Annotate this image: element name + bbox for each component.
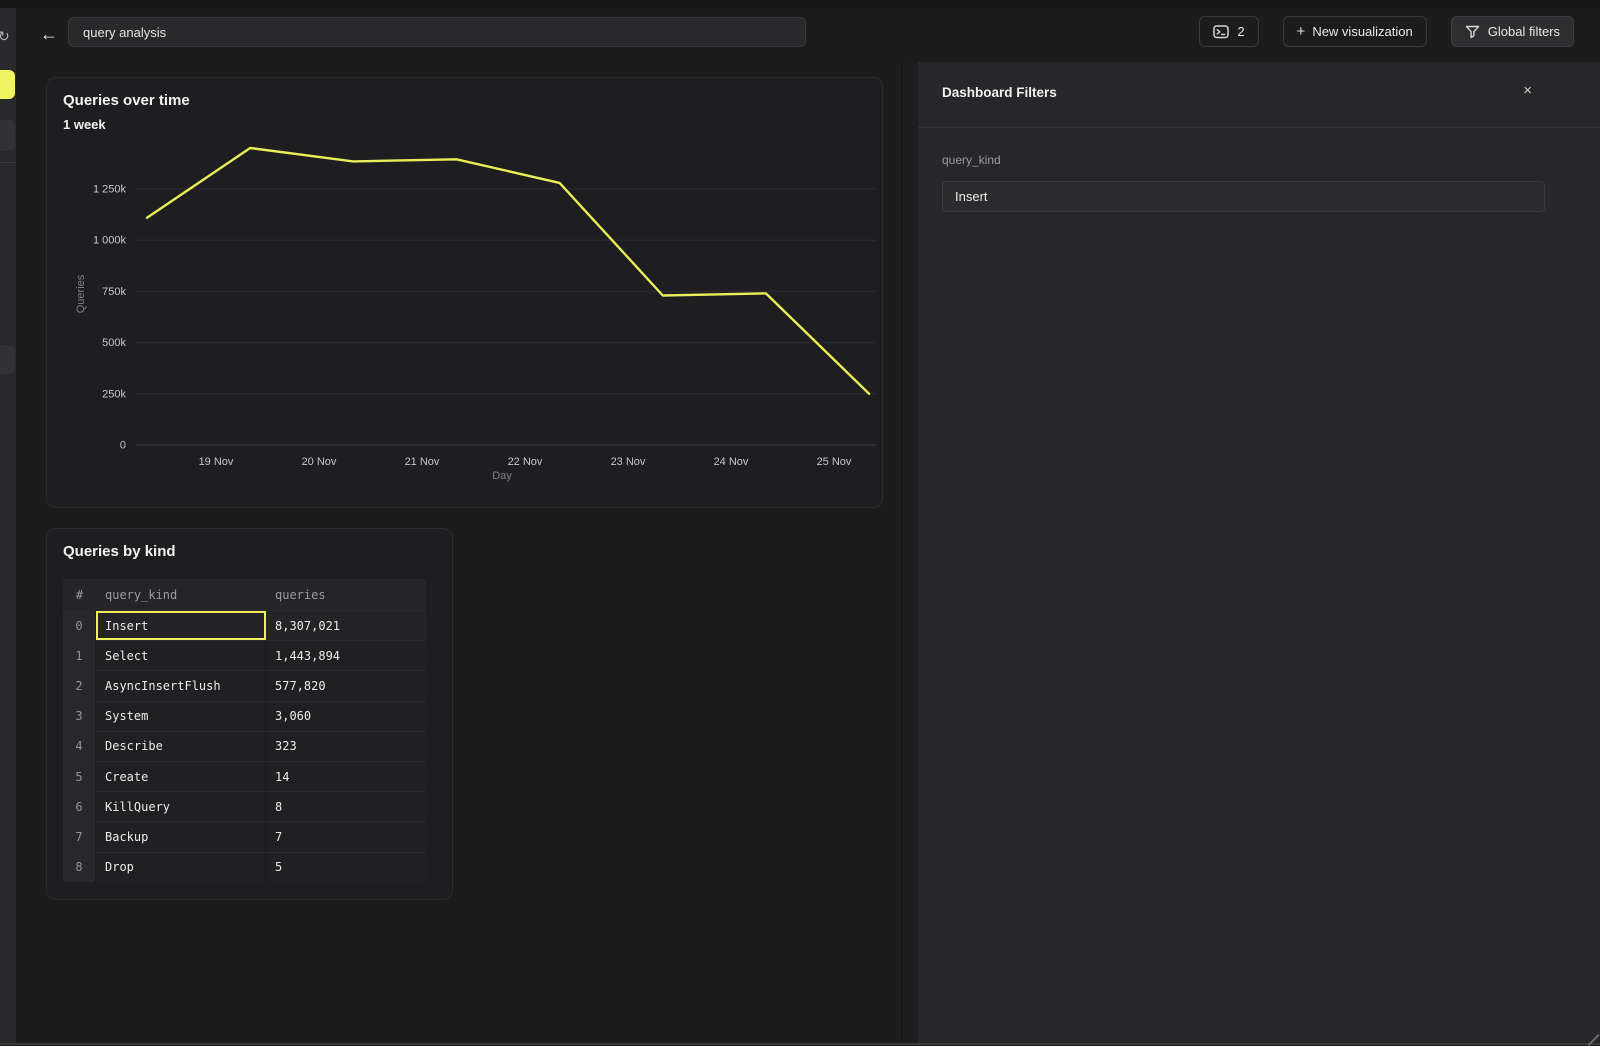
chart-x-ticks: 19 Nov 20 Nov 21 Nov 22 Nov 23 Nov 24 Nov 25 N… bbox=[199, 456, 852, 468]
console-count: 2 bbox=[1237, 24, 1244, 39]
app-sidebar: ↻ bbox=[0, 8, 16, 1045]
x-axis-name: Day bbox=[492, 470, 512, 482]
query-kind-cell[interactable]: System bbox=[96, 702, 266, 731]
queries-count-cell[interactable]: 577,820 bbox=[266, 671, 426, 700]
console-icon bbox=[1213, 25, 1229, 39]
chart-y-ticks: 1 250k 1 000k 750k 500k 250k 0 bbox=[93, 184, 127, 452]
query-kind-field-label: query_kind bbox=[942, 153, 1001, 167]
chart-subtitle: 1 week bbox=[63, 117, 106, 132]
chart-gridlines bbox=[136, 189, 876, 445]
query-kind-filter-input[interactable] bbox=[942, 181, 1545, 212]
dashboard-filters-panel: Dashboard Filters × query_kind bbox=[903, 62, 1600, 1045]
sidebar-item[interactable] bbox=[0, 120, 15, 151]
topbar-buttons: 2 + New visualization Global filters bbox=[1199, 16, 1574, 47]
query-kind-cell[interactable]: Describe bbox=[96, 732, 266, 761]
queries-by-kind-card: Queries by kind # query_kind queries 0In… bbox=[46, 528, 453, 900]
table-row: 2AsyncInsertFlush577,820 bbox=[63, 670, 426, 700]
table-body: 0Insert8,307,0211Select1,443,8942AsyncIn… bbox=[63, 610, 426, 882]
panel-title: Dashboard Filters bbox=[942, 85, 1057, 100]
query-kind-cell[interactable]: AsyncInsertFlush bbox=[96, 671, 266, 700]
table-header-queries: queries bbox=[266, 579, 426, 610]
x-tick-label: 21 Nov bbox=[405, 456, 440, 468]
row-index-cell: 3 bbox=[63, 702, 96, 731]
queries-count-cell[interactable]: 7 bbox=[266, 822, 426, 851]
window-top-strip bbox=[0, 0, 1600, 8]
row-index-cell: 6 bbox=[63, 792, 96, 821]
query-kind-cell[interactable]: Select bbox=[96, 641, 266, 670]
y-tick-label: 250k bbox=[102, 388, 126, 400]
global-filters-label: Global filters bbox=[1488, 24, 1560, 39]
y-tick-label: 1 000k bbox=[93, 235, 127, 247]
query-kind-cell[interactable]: Drop bbox=[96, 853, 266, 882]
history-icon[interactable]: ↻ bbox=[0, 28, 10, 44]
table-row: 3System3,060 bbox=[63, 701, 426, 731]
row-index-cell: 8 bbox=[63, 853, 96, 882]
dashboard-title-input[interactable] bbox=[68, 17, 806, 47]
queries-count-cell[interactable]: 3,060 bbox=[266, 702, 426, 731]
global-filters-button[interactable]: Global filters bbox=[1451, 16, 1574, 47]
queries-count-cell[interactable]: 8,307,021 bbox=[266, 611, 426, 640]
x-tick-label: 22 Nov bbox=[508, 456, 543, 468]
x-tick-label: 25 Nov bbox=[817, 456, 852, 468]
queries-count-cell[interactable]: 323 bbox=[266, 732, 426, 761]
query-kind-cell[interactable]: Insert bbox=[96, 611, 266, 640]
row-index-cell: 7 bbox=[63, 822, 96, 851]
queries-by-kind-table: # query_kind queries 0Insert8,307,0211Se… bbox=[63, 579, 426, 882]
panel-divider bbox=[918, 127, 1600, 128]
x-tick-label: 23 Nov bbox=[611, 456, 646, 468]
query-kind-cell[interactable]: Backup bbox=[96, 822, 266, 851]
y-tick-label: 750k bbox=[102, 286, 126, 298]
queries-count-cell[interactable]: 5 bbox=[266, 853, 426, 882]
table-header-row: # query_kind queries bbox=[63, 579, 426, 610]
table-header-index: # bbox=[63, 579, 96, 610]
back-arrow-icon[interactable]: ← bbox=[40, 21, 58, 47]
console-count-button[interactable]: 2 bbox=[1199, 16, 1258, 47]
x-tick-label: 24 Nov bbox=[714, 456, 749, 468]
query-kind-cell[interactable]: Create bbox=[96, 762, 266, 791]
table-header-query-kind: query_kind bbox=[96, 579, 266, 610]
row-index-cell: 0 bbox=[63, 611, 96, 640]
table-row: 1Select1,443,894 bbox=[63, 640, 426, 670]
table-row: 0Insert8,307,021 bbox=[63, 610, 426, 640]
row-index-cell: 2 bbox=[63, 671, 96, 700]
table-row: 4Describe323 bbox=[63, 731, 426, 761]
chart-title: Queries over time bbox=[63, 92, 190, 109]
query-kind-cell[interactable]: KillQuery bbox=[96, 792, 266, 821]
sidebar-divider bbox=[0, 162, 16, 163]
new-visualization-button[interactable]: + New visualization bbox=[1283, 16, 1427, 47]
queries-line-series bbox=[147, 148, 869, 394]
funnel-icon bbox=[1465, 25, 1480, 39]
new-visualization-label: New visualization bbox=[1312, 24, 1412, 39]
table-row: 8Drop5 bbox=[63, 852, 426, 882]
close-icon[interactable]: × bbox=[1523, 82, 1532, 100]
sidebar-item-active[interactable] bbox=[0, 70, 15, 99]
table-title: Queries by kind bbox=[63, 543, 176, 560]
queries-count-cell[interactable]: 8 bbox=[266, 792, 426, 821]
sidebar-item[interactable] bbox=[0, 345, 15, 374]
table-row: 6KillQuery8 bbox=[63, 791, 426, 821]
row-index-cell: 5 bbox=[63, 762, 96, 791]
x-tick-label: 20 Nov bbox=[302, 456, 337, 468]
row-index-cell: 1 bbox=[63, 641, 96, 670]
row-index-cell: 4 bbox=[63, 732, 96, 761]
y-tick-label: 0 bbox=[120, 440, 126, 452]
queries-count-cell[interactable]: 14 bbox=[266, 762, 426, 791]
y-axis-name: Queries bbox=[75, 274, 87, 313]
table-row: 5Create14 bbox=[63, 761, 426, 791]
x-tick-label: 19 Nov bbox=[199, 456, 234, 468]
top-bar: ← 2 + New visualization Global filter bbox=[16, 8, 1600, 62]
table-row: 7Backup7 bbox=[63, 821, 426, 851]
plus-icon: + bbox=[1297, 23, 1306, 40]
y-tick-label: 500k bbox=[102, 337, 126, 349]
queries-over-time-chart[interactable]: 1 250k 1 000k 750k 500k 250k 0 19 Nov 20 Nov 21… bbox=[47, 78, 884, 509]
queries-count-cell[interactable]: 1,443,894 bbox=[266, 641, 426, 670]
queries-over-time-card: Queries over time 1 week 1 250k 1 000k 750… bbox=[46, 77, 883, 508]
y-tick-label: 1 250k bbox=[93, 184, 127, 196]
